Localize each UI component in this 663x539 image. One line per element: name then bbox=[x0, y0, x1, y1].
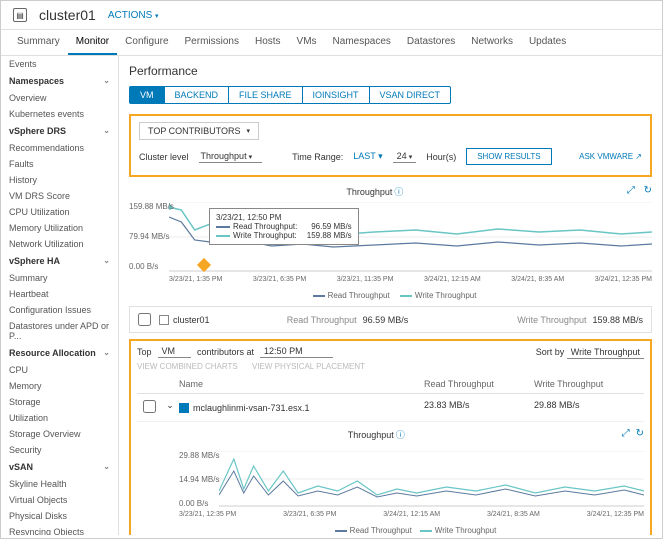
top-tabs: SummaryMonitorConfigurePermissionsHostsV… bbox=[1, 30, 662, 56]
tab-datastores[interactable]: Datastores bbox=[399, 30, 463, 55]
vm-icon bbox=[179, 403, 189, 413]
page-title: cluster01 bbox=[39, 7, 96, 23]
sidebar-recommendations[interactable]: Recommendations bbox=[1, 140, 118, 156]
subtab-backend[interactable]: BACKEND bbox=[165, 87, 230, 103]
sidebar-kubernetes-events[interactable]: Kubernetes events bbox=[1, 106, 118, 122]
actions-dropdown[interactable]: ACTIONS ▾ bbox=[108, 10, 159, 21]
sidebar-datastores-under-apd-or-p-[interactable]: Datastores under APD or P... bbox=[1, 318, 118, 344]
chart-legend: Read Throughput Write Throughput bbox=[129, 291, 652, 300]
sidebar-overview[interactable]: Overview bbox=[1, 90, 118, 106]
expand-chart-icon[interactable]: ⤢ bbox=[622, 428, 630, 439]
contributors-table: Name Read Throughput Write Throughput ⌄m… bbox=[137, 375, 644, 535]
row-checkbox[interactable] bbox=[143, 400, 156, 413]
sidebar-resource-allocation[interactable]: Resource Allocation⌄ bbox=[1, 344, 118, 362]
content: Performance VMBACKENDFILE SHAREIOINSIGHT… bbox=[119, 56, 662, 535]
view-physical-placement-link[interactable]: VIEW PHYSICAL PLACEMENT bbox=[252, 362, 365, 371]
tab-namespaces[interactable]: Namespaces bbox=[325, 30, 399, 55]
tab-networks[interactable]: Networks bbox=[463, 30, 521, 55]
subtab-file-share[interactable]: FILE SHARE bbox=[229, 87, 303, 103]
sidebar-resyncing-objects[interactable]: Resyncing Objects bbox=[1, 524, 118, 535]
sidebar-faults[interactable]: Faults bbox=[1, 156, 118, 172]
perf-subtabs: VMBACKENDFILE SHAREIOINSIGHTVSAN DIRECT bbox=[129, 86, 451, 104]
sidebar-vsphere-drs[interactable]: vSphere DRS⌄ bbox=[1, 122, 118, 140]
hours-unit: Hour(s) bbox=[426, 152, 456, 162]
tab-vms[interactable]: VMs bbox=[289, 30, 325, 55]
cluster-metrics-row: cluster01 Read Throughput96.59 MB/s Writ… bbox=[129, 306, 652, 333]
sidebar-history[interactable]: History bbox=[1, 172, 118, 188]
metric-select[interactable]: Throughput bbox=[199, 150, 263, 163]
sidebar-memory-utilization[interactable]: Memory Utilization bbox=[1, 220, 118, 236]
subtab-ioinsight[interactable]: IOINSIGHT bbox=[303, 87, 370, 103]
tab-monitor[interactable]: Monitor bbox=[68, 30, 117, 55]
sidebar: EventsNamespaces⌄OverviewKubernetes even… bbox=[1, 56, 119, 535]
show-results-button[interactable]: SHOW RESULTS bbox=[466, 148, 551, 165]
throughput-chart[interactable]: 159.88 MB/s 79.94 MB/s 0.00 B/s 3/23/21,… bbox=[169, 202, 652, 272]
sidebar-namespaces[interactable]: Namespaces⌄ bbox=[1, 72, 118, 90]
sidebar-virtual-objects[interactable]: Virtual Objects bbox=[1, 492, 118, 508]
sidebar-summary[interactable]: Summary bbox=[1, 270, 118, 286]
time-range-label: Time Range: bbox=[292, 152, 343, 162]
refresh-chart-icon[interactable]: ↻ bbox=[644, 185, 652, 196]
subtab-vsan-direct[interactable]: VSAN DIRECT bbox=[370, 87, 451, 103]
sidebar-events[interactable]: Events bbox=[1, 56, 118, 72]
cluster-icon: ▤ bbox=[13, 8, 27, 22]
top-contributors-dropdown[interactable]: TOP CONTRIBUTORS▾ bbox=[139, 122, 259, 140]
cluster-level-label: Cluster level bbox=[139, 152, 189, 162]
table-row: ⌄mclaughlinmi-vsan-731.esx.123.83 MB/s29… bbox=[137, 394, 644, 422]
chart-title-row: Throughputⓘ ⤢ ↻ bbox=[129, 185, 652, 198]
tab-summary[interactable]: Summary bbox=[9, 30, 68, 55]
sidebar-memory[interactable]: Memory bbox=[1, 378, 118, 394]
tab-permissions[interactable]: Permissions bbox=[177, 30, 247, 55]
sidebar-skyline-health[interactable]: Skyline Health bbox=[1, 476, 118, 492]
ask-vmware-link[interactable]: ASK VMWARE ↗ bbox=[579, 152, 642, 161]
sidebar-network-utilization[interactable]: Network Utilization bbox=[1, 236, 118, 252]
sidebar-storage-overview[interactable]: Storage Overview bbox=[1, 426, 118, 442]
sidebar-physical-disks[interactable]: Physical Disks bbox=[1, 508, 118, 524]
info-icon[interactable]: ⓘ bbox=[394, 187, 403, 197]
sidebar-heartbeat[interactable]: Heartbeat bbox=[1, 286, 118, 302]
tab-configure[interactable]: Configure bbox=[117, 30, 176, 55]
contrib-time-select[interactable]: 12:50 PM bbox=[260, 345, 333, 358]
cluster-checkbox[interactable] bbox=[138, 313, 151, 326]
sort-by-select[interactable]: Write Throughput bbox=[567, 346, 644, 359]
sidebar-cpu-utilization[interactable]: CPU Utilization bbox=[1, 204, 118, 220]
view-combined-charts-link[interactable]: VIEW COMBINED CHARTS bbox=[137, 362, 238, 371]
sidebar-vsphere-ha[interactable]: vSphere HA⌄ bbox=[1, 252, 118, 270]
sidebar-cpu[interactable]: CPU bbox=[1, 362, 118, 378]
contrib-type-select[interactable]: VM bbox=[158, 345, 192, 358]
sidebar-configuration-issues[interactable]: Configuration Issues bbox=[1, 302, 118, 318]
tab-hosts[interactable]: Hosts bbox=[247, 30, 289, 55]
sidebar-storage[interactable]: Storage bbox=[1, 394, 118, 410]
sidebar-vsan[interactable]: vSAN⌄ bbox=[1, 458, 118, 476]
chart-tooltip: 3/23/21, 12:50 PM Read Throughput: 96.59… bbox=[209, 208, 359, 245]
refresh-chart-icon[interactable]: ↻ bbox=[636, 428, 644, 439]
tab-updates[interactable]: Updates bbox=[521, 30, 574, 55]
sidebar-vm-drs-score[interactable]: VM DRS Score bbox=[1, 188, 118, 204]
contributors-section: Top VM contributors at 12:50 PM Sort by … bbox=[129, 339, 652, 535]
subtab-vm[interactable]: VM bbox=[130, 87, 165, 103]
time-range-last[interactable]: LAST ▾ bbox=[353, 151, 382, 162]
sidebar-security[interactable]: Security bbox=[1, 442, 118, 458]
expand-chart-icon[interactable]: ⤢ bbox=[627, 185, 635, 196]
hours-input[interactable]: 24 bbox=[393, 150, 417, 163]
mini-throughput-chart[interactable]: 29.88 MB/s14.94 MB/s0.00 B/s bbox=[219, 451, 644, 507]
expand-row-icon[interactable]: ⌄ bbox=[161, 400, 179, 415]
filter-highlight: TOP CONTRIBUTORS▾ Cluster level Throughp… bbox=[129, 114, 652, 177]
content-title: Performance bbox=[129, 64, 652, 78]
sidebar-utilization[interactable]: Utilization bbox=[1, 410, 118, 426]
chart-timeline: 3/23/21, 1:35 PM3/23/21, 6:35 PM3/23/21,… bbox=[129, 276, 652, 287]
